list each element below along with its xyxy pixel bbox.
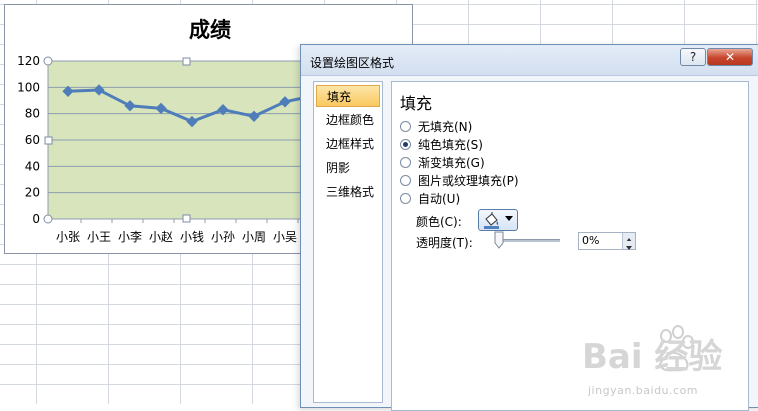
- x-tick-label: 小王: [87, 230, 111, 244]
- baidu-watermark: Bai 经验 jingyan.baidu.com: [582, 320, 758, 404]
- nav-panel: 填充 边框颜色 边框样式 阴影 三维格式: [313, 81, 383, 403]
- transparency-slider-thumb[interactable]: [494, 231, 504, 249]
- y-tick-label: 100: [17, 80, 40, 94]
- chart-title[interactable]: 成绩: [189, 18, 231, 42]
- transparency-value[interactable]: 0%: [582, 234, 599, 247]
- chevron-down-icon: [505, 216, 513, 221]
- x-tick-label: 小周: [242, 230, 266, 244]
- radio-automatic[interactable]: 自动(U): [400, 190, 460, 208]
- paint-bucket-icon: [484, 212, 499, 229]
- y-tick-label: 120: [17, 54, 40, 68]
- selection-handle[interactable]: [182, 214, 191, 223]
- y-tick-label: 80: [25, 107, 40, 121]
- y-tick-label: 0: [32, 212, 40, 226]
- transparency-label: 透明度(T):: [416, 236, 473, 250]
- x-tick-label: 小李: [118, 229, 142, 244]
- section-title: 填充: [400, 94, 433, 113]
- radio-gradient-fill[interactable]: 渐变填充(G): [400, 154, 485, 172]
- radio-label: 渐变填充(G): [418, 156, 485, 170]
- spin-up-button[interactable]: [622, 233, 635, 242]
- chevron-down-icon: [626, 246, 632, 250]
- selection-handle[interactable]: [182, 57, 191, 66]
- close-button[interactable]: ✕: [707, 48, 753, 66]
- selection-handle[interactable]: [43, 214, 53, 224]
- x-tick-label: 小吴: [273, 230, 297, 244]
- transparency-slider-track[interactable]: [498, 239, 560, 242]
- nav-item-border-color[interactable]: 边框颜色: [316, 109, 380, 131]
- baidu-logo: Bai 经验: [582, 325, 722, 377]
- y-tick-label: 60: [25, 133, 40, 147]
- help-button[interactable]: ?: [680, 48, 706, 66]
- radio-label: 自动(U): [418, 192, 461, 206]
- x-tick-label: 小赵: [149, 230, 173, 244]
- help-icon: ?: [689, 50, 697, 64]
- radio-button[interactable]: [400, 175, 411, 186]
- color-label: 颜色(C):: [416, 215, 462, 229]
- radio-button[interactable]: [400, 193, 411, 204]
- nav-item-3d-format[interactable]: 三维格式: [316, 181, 380, 203]
- y-tick-label: 40: [25, 159, 40, 173]
- radio-label: 纯色填充(S): [418, 138, 483, 152]
- dialog-title: 设置绘图区格式: [310, 56, 395, 70]
- radio-label: 无填充(N): [418, 120, 473, 134]
- watermark-url: jingyan.baidu.com: [588, 384, 699, 397]
- watermark-brand: Bai 经验: [582, 337, 722, 377]
- x-tick-label: 小孙: [211, 230, 235, 244]
- x-tick-label: 小张: [56, 230, 80, 244]
- y-tick-label: 20: [25, 186, 40, 200]
- nav-item-shadow[interactable]: 阴影: [316, 157, 380, 179]
- radio-no-fill[interactable]: 无填充(N): [400, 118, 472, 136]
- radio-button-checked[interactable]: [400, 139, 411, 150]
- x-tick-label: 小钱: [180, 229, 204, 244]
- radio-solid-fill[interactable]: 纯色填充(S): [400, 136, 483, 154]
- transparency-spinner[interactable]: 0%: [578, 232, 636, 250]
- selection-handle[interactable]: [44, 136, 53, 145]
- selection-handle[interactable]: [43, 56, 53, 66]
- fill-color-button[interactable]: [478, 209, 518, 231]
- close-icon: ✕: [724, 50, 736, 64]
- radio-picture-fill[interactable]: 图片或纹理填充(P): [400, 172, 519, 190]
- nav-item-fill[interactable]: 填充: [316, 85, 380, 107]
- nav-item-border-style[interactable]: 边框样式: [316, 133, 380, 155]
- radio-button[interactable]: [400, 121, 411, 132]
- radio-label: 图片或纹理填充(P): [418, 174, 519, 188]
- dialog-titlebar[interactable]: 设置绘图区格式 ? ✕: [301, 45, 758, 76]
- spin-down-button[interactable]: [622, 241, 635, 250]
- radio-button[interactable]: [400, 157, 411, 168]
